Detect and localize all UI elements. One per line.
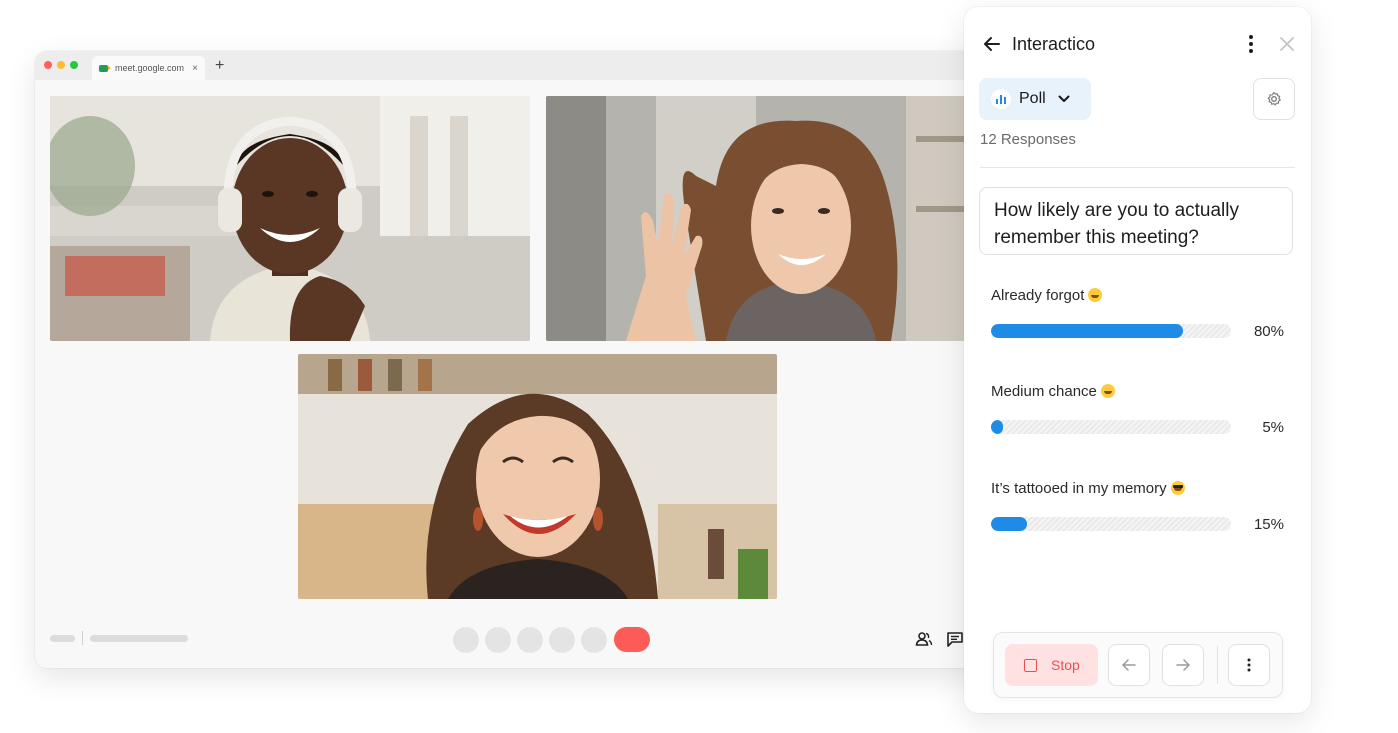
panel-divider: [980, 167, 1295, 168]
browser-tab-bar: meet.google.com × +: [35, 51, 1035, 80]
poll-option-bar: [991, 517, 1231, 531]
laughing-emoji-icon: [1088, 288, 1103, 302]
chevron-down-icon: [1058, 95, 1070, 102]
video-tile-participant-3[interactable]: [298, 354, 777, 599]
previous-button[interactable]: [1108, 644, 1150, 686]
poll-question: How likely are you to actually remember …: [979, 187, 1293, 255]
footer-divider: [1217, 646, 1218, 684]
captions-button[interactable]: [517, 627, 543, 653]
browser-tab[interactable]: meet.google.com ×: [92, 56, 205, 80]
end-call-button[interactable]: [614, 627, 650, 652]
new-tab-button[interactable]: +: [215, 57, 224, 75]
poll-option-bar-fill: [991, 324, 1183, 338]
more-options-icon[interactable]: [1247, 34, 1255, 54]
people-icon[interactable]: [915, 630, 933, 648]
mic-button[interactable]: [453, 627, 479, 653]
video-tile-participant-2[interactable]: [546, 96, 1026, 341]
chat-icon[interactable]: [946, 630, 964, 648]
poll-option-bar: [991, 324, 1231, 338]
browser-tab-title: meet.google.com: [115, 63, 185, 73]
interactico-panel: Interactico Poll 12 Responses How likely…: [964, 7, 1311, 713]
controls-divider: [82, 631, 83, 645]
stop-square-icon: [1024, 658, 1037, 672]
raise-hand-button[interactable]: [549, 627, 575, 653]
panel-header: Interactico: [982, 33, 1295, 55]
sunglasses-emoji-icon: [1170, 481, 1185, 495]
window-close-dot[interactable]: [44, 61, 52, 69]
browser-window: meet.google.com × +: [35, 51, 1035, 668]
poll-option-percent: 15%: [1253, 516, 1284, 533]
responses-count: 12 Responses: [980, 131, 1076, 148]
window-minimize-dot[interactable]: [57, 61, 65, 69]
poll-option-text: Already forgot: [991, 287, 1085, 304]
stop-button[interactable]: Stop: [1005, 644, 1098, 686]
poll-option-label: Already forgot: [991, 287, 1103, 304]
window-maximize-dot[interactable]: [70, 61, 78, 69]
back-arrow-icon[interactable]: [982, 34, 1002, 54]
poll-option-percent: 80%: [1253, 323, 1284, 340]
arrow-right-icon: [1176, 659, 1190, 671]
meet-favicon-icon: [99, 64, 111, 72]
poll-option-text: It’s tattooed in my memory: [991, 480, 1167, 497]
poll-option-bar: [991, 420, 1231, 434]
more-actions-button[interactable]: [1228, 644, 1270, 686]
close-icon[interactable]: [1279, 36, 1295, 52]
poll-option-bar-fill: [991, 517, 1027, 531]
panel-title: Interactico: [1012, 33, 1096, 54]
settings-button[interactable]: [1253, 78, 1295, 120]
poll-option-percent: 5%: [1262, 419, 1284, 436]
stop-label: Stop: [1051, 657, 1080, 673]
tab-close-icon[interactable]: ×: [192, 63, 198, 74]
poll-option-bar-fill: [991, 420, 1003, 434]
poll-option-text: Medium chance: [991, 383, 1097, 400]
meeting-code-placeholder: [90, 635, 188, 642]
next-button[interactable]: [1162, 644, 1204, 686]
activity-type-dropdown[interactable]: Poll: [979, 78, 1091, 120]
more-vertical-icon: [1247, 658, 1251, 672]
meeting-time-placeholder: [50, 635, 75, 642]
activity-type-label: Poll: [1019, 90, 1046, 107]
video-tile-participant-1[interactable]: [50, 96, 530, 341]
arrow-left-icon: [1122, 659, 1136, 671]
poll-option-label: Medium chance: [991, 383, 1115, 400]
present-button[interactable]: [581, 627, 607, 653]
camera-button[interactable]: [485, 627, 511, 653]
poll-option-label: It’s tattooed in my memory: [991, 480, 1185, 497]
poll-chart-icon: [991, 89, 1011, 109]
presentation-controls: Stop: [993, 632, 1283, 698]
gear-icon: [1267, 91, 1281, 106]
smiling-emoji-icon: [1100, 384, 1115, 398]
